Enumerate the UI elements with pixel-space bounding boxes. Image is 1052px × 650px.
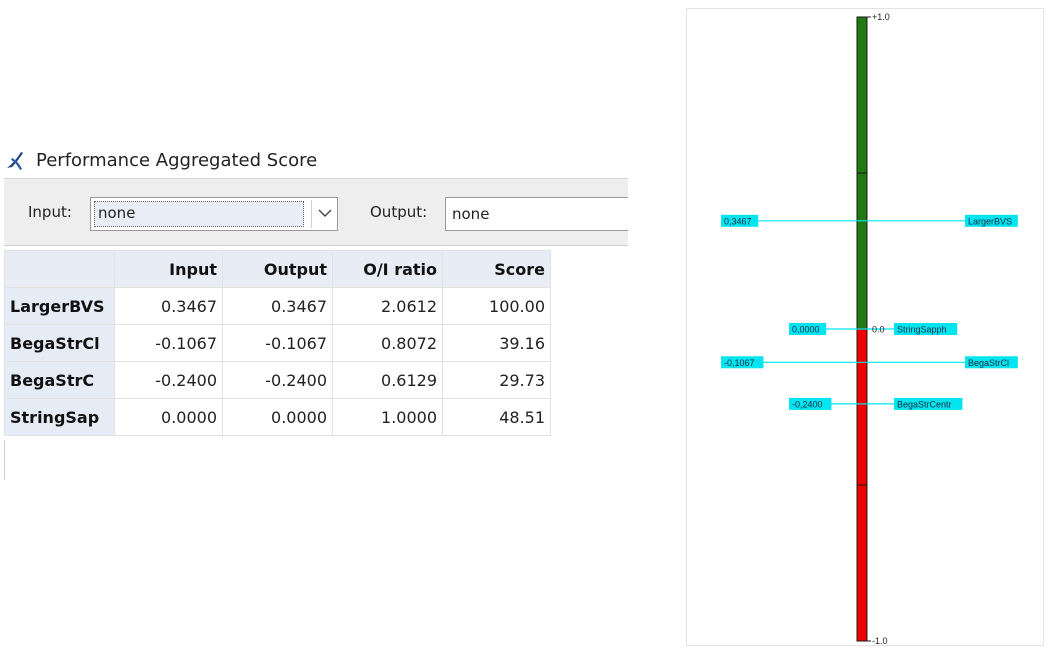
cell-input[interactable]: -0.1067 (114, 324, 223, 362)
marker-name-label: BegaStrCl (968, 358, 1009, 368)
cell-output[interactable]: -0.1067 (222, 324, 333, 362)
score-gauge-chart: +1.0 -1.0 0,3467 LargerBVS 0,0000 0.0 StringSa… (686, 8, 1044, 646)
table-row[interactable]: StringSap 0.0000 0.0000 1.0000 48.51 (4, 398, 551, 436)
score-table: Input Output O/I ratio Score LargerBVS 0… (4, 250, 552, 436)
marker-name-label: LargerBVS (968, 216, 1012, 226)
row-header[interactable]: BegaStrC (4, 361, 115, 399)
cell-output[interactable]: 0.0000 (222, 398, 333, 436)
row-header[interactable]: StringSap (4, 398, 115, 436)
cell-output[interactable]: -0.2400 (222, 361, 333, 399)
panel-edge-line (4, 440, 5, 480)
input-label: Input: (28, 203, 72, 221)
row-header[interactable]: LargerBVS (4, 287, 115, 325)
marker-name-label: BegaStrCentr (897, 399, 952, 409)
table-row[interactable]: BegaStrCl -0.1067 -0.1067 0.8072 39.16 (4, 324, 551, 362)
cell-ratio[interactable]: 2.0612 (332, 287, 443, 325)
cell-input[interactable]: 0.0000 (114, 398, 223, 436)
row-header[interactable]: BegaStrCl (4, 324, 115, 362)
cell-score[interactable]: 100.00 (442, 287, 551, 325)
table-row[interactable]: LargerBVS 0.3467 0.3467 2.0612 100.00 (4, 287, 551, 325)
toolbar: Input: none Output: none (4, 178, 628, 246)
column-header-output[interactable]: Output (222, 250, 333, 288)
cell-score[interactable]: 29.73 (442, 361, 551, 399)
input-select[interactable]: none (90, 197, 338, 231)
marker-value-label: 0,0000 (792, 325, 820, 335)
cell-output[interactable]: 0.3467 (222, 287, 333, 325)
output-select[interactable]: none (445, 197, 628, 231)
cell-ratio[interactable]: 1.0000 (332, 398, 443, 436)
marker-name-label: StringSapph (897, 325, 947, 335)
column-header-ratio[interactable]: O/I ratio (332, 250, 443, 288)
tick-label-bottom: -1.0 (872, 636, 888, 646)
table-row[interactable]: BegaStrC -0.2400 -0.2400 0.6129 29.73 (4, 361, 551, 399)
tick-label-zero: 0.0 (872, 325, 885, 335)
input-select-divider (311, 200, 312, 228)
output-label: Output: (370, 203, 428, 221)
window-title-bar: Performance Aggregated Score (4, 146, 317, 174)
app-logo-icon (4, 148, 30, 172)
column-header-input[interactable]: Input (114, 250, 223, 288)
marker-value-label: 0,3467 (724, 216, 752, 226)
output-select-value: none (452, 205, 490, 223)
cell-score[interactable]: 39.16 (442, 324, 551, 362)
marker-value-label: -0,2400 (792, 399, 823, 409)
column-header-score[interactable]: Score (442, 250, 551, 288)
cell-ratio[interactable]: 0.8072 (332, 324, 443, 362)
marker-value-label: -0,1067 (724, 358, 755, 368)
cell-ratio[interactable]: 0.6129 (332, 361, 443, 399)
chevron-down-icon[interactable] (316, 205, 334, 221)
cell-input[interactable]: -0.2400 (114, 361, 223, 399)
cell-input[interactable]: 0.3467 (114, 287, 223, 325)
cell-score[interactable]: 48.51 (442, 398, 551, 436)
gauge-svg: +1.0 -1.0 0,3467 LargerBVS 0,0000 0.0 StringSa… (721, 12, 1018, 646)
table-corner-cell (4, 250, 115, 288)
table-header-row: Input Output O/I ratio Score (4, 250, 551, 288)
tick-label-top: +1.0 (872, 12, 890, 22)
window-title: Performance Aggregated Score (36, 149, 318, 171)
input-select-value: none (94, 201, 304, 227)
